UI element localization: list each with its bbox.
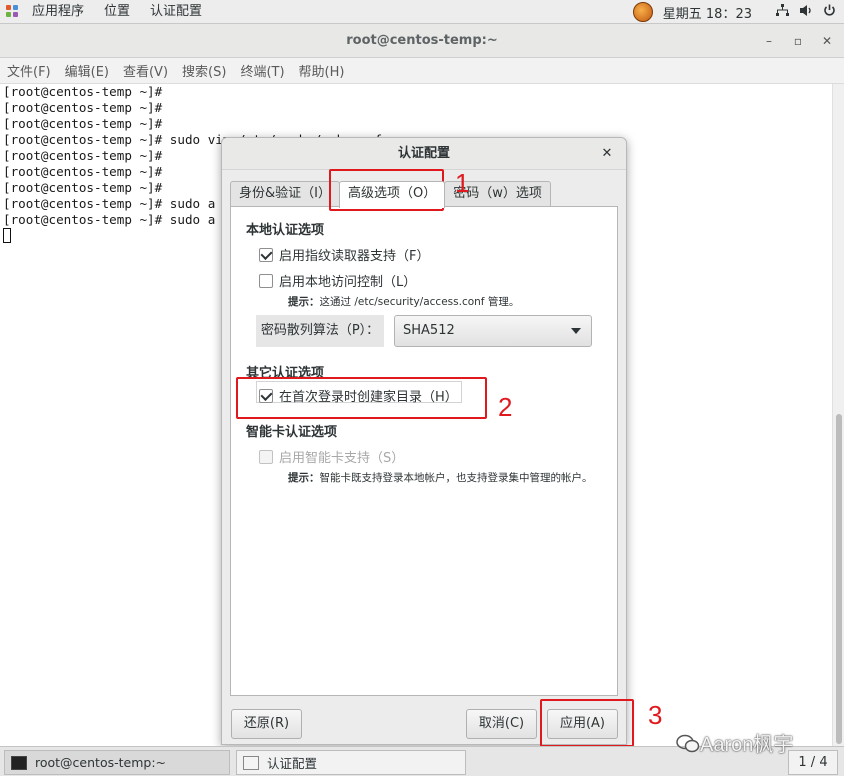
dialog-close-icon[interactable]: ✕ (598, 145, 616, 163)
hint-text: 这通过 /etc/security/access.conf 管理。 (319, 296, 520, 308)
cancel-button[interactable]: 取消(C) (466, 709, 537, 739)
annotation-number-2: 2 (498, 392, 513, 422)
terminal-titlebar[interactable]: root@centos-temp:~ – ▫ ✕ (0, 24, 844, 58)
maximize-button[interactable]: ▫ (789, 32, 807, 50)
menu-edit[interactable]: 编辑(E) (58, 61, 116, 80)
workspace-pager[interactable]: 1 / 4 (788, 750, 838, 775)
applications-menu[interactable]: 应用程序 (22, 0, 94, 24)
hash-algorithm-select[interactable]: SHA512 (394, 315, 592, 347)
fingerprint-label: 启用指纹读取器支持（F） (279, 249, 430, 264)
smartcard-checkbox (259, 449, 273, 464)
menu-search[interactable]: 搜索(S) (175, 61, 233, 80)
fingerprint-checkbox[interactable] (259, 247, 273, 262)
terminal-line: [root@centos-temp ~]# (3, 84, 163, 99)
local-access-hint: 提示：这通过 /etc/security/access.conf 管理。 (288, 294, 519, 309)
watermark: Aaron枫宇 (676, 728, 793, 757)
menu-file[interactable]: 文件(F) (0, 61, 58, 80)
dropdown-arrow-icon (571, 328, 581, 334)
places-menu[interactable]: 位置 (94, 0, 140, 24)
auth-config-icon (243, 755, 259, 770)
menu-view[interactable]: 查看(V) (116, 61, 175, 80)
hint-label: 提示： (288, 472, 320, 484)
annotation-box-2 (236, 377, 487, 419)
revert-button[interactable]: 还原(R) (231, 709, 302, 739)
tab-advanced[interactable]: 高级选项（O） (338, 181, 446, 208)
fingerprint-option[interactable]: 启用指纹读取器支持（F） (259, 245, 429, 264)
local-access-option[interactable]: 启用本地访问控制（L） (259, 271, 416, 290)
weather-icon[interactable] (632, 2, 653, 22)
terminal-scrollbar[interactable] (832, 84, 844, 746)
advanced-options-panel: 本地认证选项 启用指纹读取器支持（F） 启用本地访问控制（L） 提示：这通过 /… (230, 206, 618, 696)
current-app-menu[interactable]: 认证配置 (140, 0, 212, 24)
menu-help[interactable]: 帮助(H) (292, 61, 352, 80)
local-access-label: 启用本地访问控制（L） (279, 275, 417, 290)
smartcard-hint: 提示：智能卡既支持登录本地帐户，也支持登录集中管理的帐户。 (288, 470, 593, 485)
taskbar-label: root@centos-temp:~ (35, 755, 167, 770)
terminal-title: root@centos-temp:~ (346, 33, 498, 48)
smartcard-label: 启用智能卡支持（S） (279, 451, 405, 466)
terminal-icon (11, 755, 27, 770)
close-button[interactable]: ✕ (818, 32, 836, 50)
terminal-menubar: 文件(F) 编辑(E) 查看(V) 搜索(S) 终端(T) 帮助(H) (0, 58, 844, 84)
terminal-cursor (3, 228, 11, 243)
taskbar-item-auth-config[interactable]: 认证配置 (236, 750, 466, 775)
hint-text: 智能卡既支持登录本地帐户，也支持登录集中管理的帐户。 (319, 472, 593, 484)
local-access-checkbox[interactable] (259, 273, 273, 288)
annotation-box-3 (540, 699, 634, 747)
scrollbar-thumb[interactable] (836, 414, 842, 744)
tab-identity[interactable]: 身份&验证（I） (230, 181, 340, 207)
menu-terminal[interactable]: 终端(T) (233, 61, 291, 80)
minimize-button[interactable]: – (760, 32, 778, 50)
dialog-tabs: 身份&验证（I） 高级选项（O） 密码（w）选项 (230, 181, 551, 208)
apps-icon[interactable] (6, 4, 20, 19)
dialog-titlebar[interactable]: 认证配置 ✕ (222, 138, 626, 170)
taskbar-item-terminal[interactable]: root@centos-temp:~ (4, 750, 230, 775)
hash-algorithm-label: 密码散列算法（P）： (256, 315, 384, 347)
taskbar-label: 认证配置 (267, 756, 318, 771)
auth-config-dialog: 认证配置 ✕ 身份&验证（I） 高级选项（O） 密码（w）选项 本地认证选项 启… (221, 137, 627, 745)
local-auth-heading: 本地认证选项 (246, 223, 325, 238)
smartcard-option: 启用智能卡支持（S） (259, 447, 404, 466)
terminal-line: [root@centos-temp ~]# (3, 116, 163, 131)
hint-label: 提示： (288, 296, 320, 308)
hash-algorithm-value: SHA512 (403, 323, 455, 338)
clock[interactable]: 星期五 18：23 (663, 3, 752, 22)
network-icon[interactable] (776, 4, 789, 20)
smartcard-heading: 智能卡认证选项 (246, 425, 338, 440)
wechat-icon (676, 734, 700, 753)
power-icon[interactable] (823, 4, 836, 20)
terminal-line: [root@centos-temp ~]# (3, 100, 163, 115)
annotation-number-1: 1 (455, 168, 470, 198)
volume-icon[interactable] (799, 4, 813, 20)
dialog-title: 认证配置 (397, 146, 450, 161)
top-panel: 应用程序 位置 认证配置 星期五 18：23 (0, 0, 844, 24)
annotation-number-3: 3 (648, 700, 663, 730)
watermark-text: Aaron枫宇 (700, 734, 794, 756)
